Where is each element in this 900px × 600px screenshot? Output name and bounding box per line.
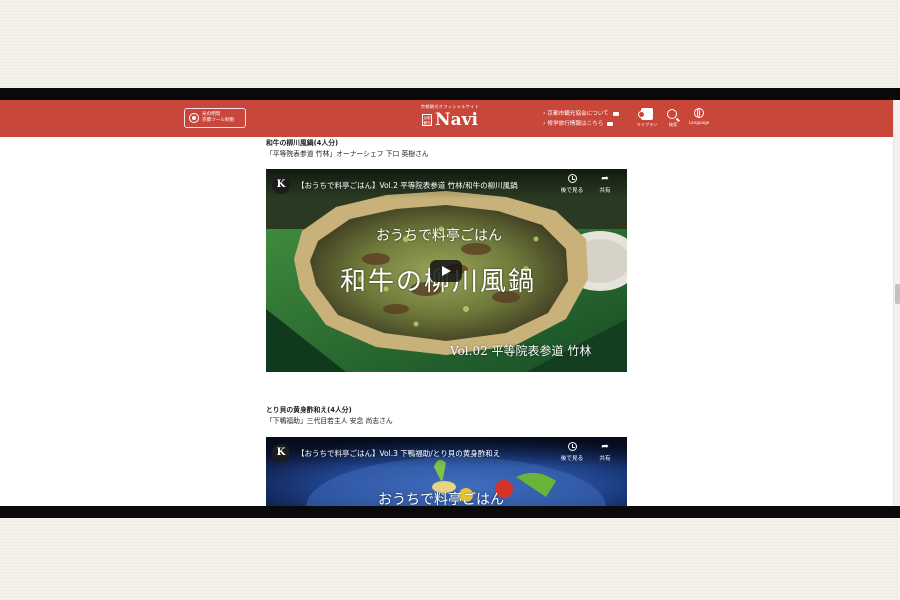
recipe-section-1: 和牛の柳川風鍋(4人分) 「平等院表参道 竹林」オーナーシェフ 下口 英樹さん xyxy=(266,138,429,160)
link-about-association[interactable]: › 京都市観光協会について xyxy=(543,109,619,119)
video-player-2[interactable]: K 【おうちで料亭ごはん】Vol.3 下鴨福助/とり貝の黄身酢和え 後で見る ➦… xyxy=(266,437,627,506)
accessibility-button[interactable]: 光の明暗 京都ツール制限 xyxy=(184,108,246,128)
site-logo[interactable]: 京都観光オフィシャルサイト 京都観光 Navi xyxy=(410,104,490,134)
share-label: 共有 xyxy=(599,456,611,462)
header-links: › 京都市観光協会について › 修学旅行情報はこちら xyxy=(543,109,619,129)
link-label: 京都市観光協会について xyxy=(547,111,609,117)
recipe-chef: 「下鴨福助」三代目若主人 安念 尚志さん xyxy=(266,417,393,425)
clock-icon xyxy=(567,442,577,451)
video-title[interactable]: 【おうちで料亭ごはん】Vol.2 平等院表参道 竹林/和牛の柳川風鍋 xyxy=(297,180,518,191)
site-header: 光の明暗 京都ツール制限 京都観光オフィシャルサイト 京都観光 Navi › 京… xyxy=(0,100,893,137)
search-button[interactable]: 検索 xyxy=(664,108,682,128)
play-button[interactable] xyxy=(430,260,462,282)
letterbox-bottom xyxy=(0,506,900,518)
logo-text: Navi xyxy=(435,110,478,130)
logo-stamp: 京都観光 xyxy=(422,114,433,126)
recipe-chef: 「平等院表参道 竹林」オーナーシェフ 下口 英樹さん xyxy=(266,150,429,158)
video-player-1[interactable]: K 【おうちで料亭ごはん】Vol.2 平等院表参道 竹林/和牛の柳川風鍋 後で見… xyxy=(266,169,627,372)
recipe-title: 和牛の柳川風鍋(4人分) xyxy=(266,139,339,147)
eye-icon xyxy=(189,113,199,123)
myplan-button[interactable]: マイプラン xyxy=(636,108,658,128)
watch-later-button[interactable]: 後で見る xyxy=(557,174,587,194)
chat-bubble-icon xyxy=(607,122,614,126)
letterbox-top xyxy=(0,88,900,100)
share-button[interactable]: ➦ 共有 xyxy=(590,442,620,462)
watch-later-label: 後で見る xyxy=(560,456,584,462)
globe-icon xyxy=(694,108,704,118)
chat-bubble-icon xyxy=(612,112,619,116)
recipe-section-2: とり貝の黄身酢和え(4人分) 「下鴨福助」三代目若主人 安念 尚志さん xyxy=(266,405,393,427)
language-label: Language xyxy=(688,120,710,125)
watch-later-button[interactable]: 後で見る xyxy=(557,442,587,462)
link-school-trip[interactable]: › 修学旅行情報はこちら xyxy=(543,119,619,129)
overlay-caption-3: Vol.02 平等院表参道 竹林 xyxy=(450,344,592,358)
channel-logo[interactable]: K xyxy=(272,444,290,462)
share-label: 共有 xyxy=(599,188,611,194)
myplan-label: マイプラン xyxy=(636,122,658,127)
recipe-title: とり貝の黄身酢和え(4人分) xyxy=(266,406,352,414)
overlay-caption-1: おうちで料亭ごはん xyxy=(378,492,504,506)
scrollbar-thumb[interactable] xyxy=(895,284,900,304)
share-button[interactable]: ➦ 共有 xyxy=(590,174,620,194)
search-icon xyxy=(667,109,677,119)
scrollbar[interactable] xyxy=(893,100,900,506)
chevron-right-icon: › xyxy=(543,110,546,117)
header-icon-group: マイプラン 検索 Language xyxy=(636,108,710,128)
share-icon: ➦ xyxy=(601,442,609,452)
overlay-caption-1: おうちで料亭ごはん xyxy=(376,228,502,244)
video-title[interactable]: 【おうちで料亭ごはん】Vol.3 下鴨福助/とり貝の黄身酢和え xyxy=(297,448,500,459)
clock-icon xyxy=(567,174,577,183)
accessibility-button-label: 光の明暗 京都ツール制限 xyxy=(202,112,235,123)
browser-viewport: 光の明暗 京都ツール制限 京都観光オフィシャルサイト 京都観光 Navi › 京… xyxy=(0,100,900,506)
watch-later-label: 後で見る xyxy=(560,188,584,194)
link-label: 修学旅行情報はこちら xyxy=(547,121,604,127)
myplan-icon xyxy=(638,108,653,120)
share-icon: ➦ xyxy=(601,174,609,184)
chevron-right-icon: › xyxy=(543,120,546,127)
language-button[interactable]: Language xyxy=(688,108,710,128)
channel-logo[interactable]: K xyxy=(272,176,290,194)
search-label: 検索 xyxy=(668,122,678,127)
